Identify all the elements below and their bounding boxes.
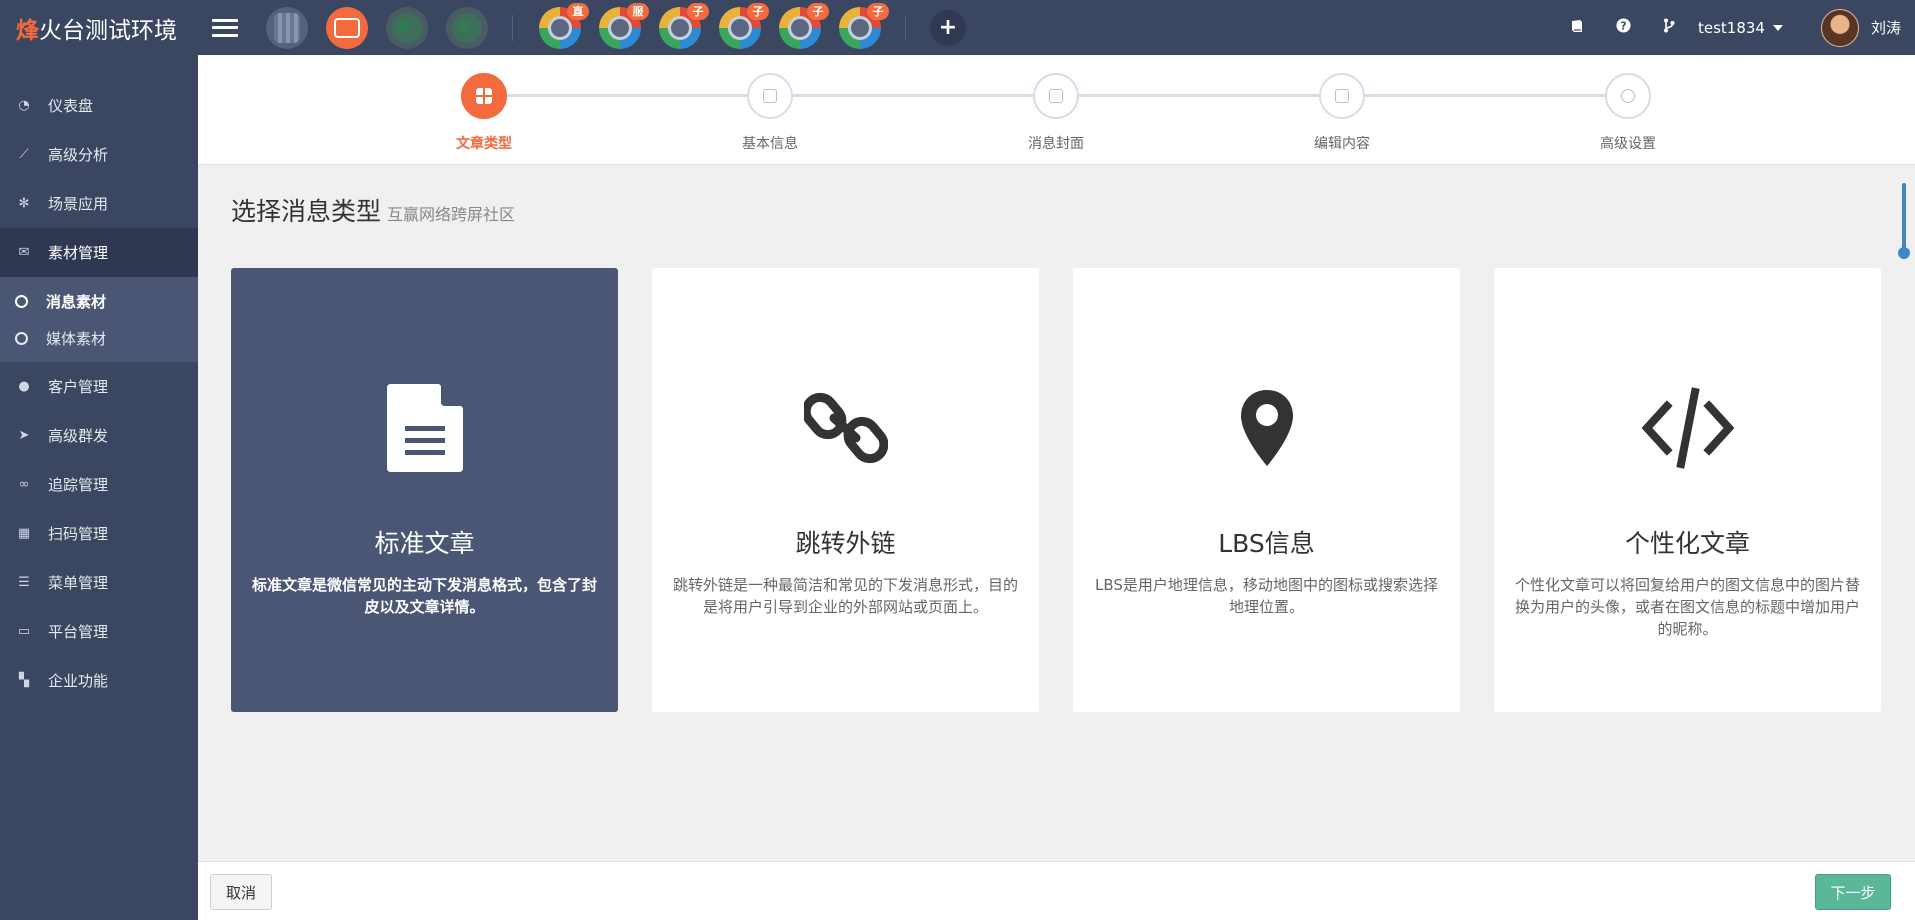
sidebar-item-menus[interactable]: ☰ 菜单管理 bbox=[0, 558, 198, 607]
toolbar-divider bbox=[512, 14, 513, 41]
sidebar-item-tracking[interactable]: ∞ 追踪管理 bbox=[0, 460, 198, 509]
sidebar: ◔ 仪表盘 ⟋ 高级分析 ✻ 场景应用 ✉ 素材管理 消息素材 媒体素材 ● 客户管理 ➤… bbox=[0, 55, 198, 920]
step-basic-info[interactable]: 基本信息 bbox=[710, 73, 830, 153]
sub-account-2[interactable]: 服 bbox=[599, 2, 649, 49]
list-icon: ☰ bbox=[18, 575, 30, 590]
wechat-account-avatar bbox=[452, 12, 482, 43]
sub-account-4[interactable]: 子 bbox=[719, 2, 769, 49]
step-article-type[interactable]: 文章类型 bbox=[424, 73, 544, 153]
step-advanced-settings[interactable]: 高级设置 bbox=[1568, 73, 1688, 153]
avatar[interactable] bbox=[1820, 8, 1859, 47]
topbar-right: ? test1834 刘涛 bbox=[1554, 0, 1915, 55]
add-account-button[interactable]: + bbox=[930, 9, 966, 46]
caret-down-icon bbox=[1772, 24, 1783, 31]
card-lbs-info[interactable]: LBS信息 LBS是用户地理信息，移动地图中的图标或搜索选择地理位置。 bbox=[1073, 268, 1460, 712]
card-personalized-article[interactable]: 个性化文章 个性化文章可以将回复给用户的图文信息中的图片替换为用户的头像，或者在… bbox=[1494, 268, 1881, 712]
sub-account-5[interactable]: 子 bbox=[779, 2, 829, 49]
sidebar-item-materials[interactable]: ✉ 素材管理 bbox=[0, 228, 198, 277]
card-external-link[interactable]: 跳转外链 跳转外链是一种最简洁和常见的下发消息形式，目的是将用户引导到企业的外部… bbox=[652, 268, 1039, 712]
map-marker-icon bbox=[1240, 390, 1293, 466]
account-badge: 子 bbox=[687, 2, 709, 20]
branch-icon[interactable] bbox=[1646, 18, 1692, 37]
wheel-icon bbox=[668, 15, 692, 40]
orange-account-avatar bbox=[334, 17, 360, 38]
account-switch-3[interactable] bbox=[386, 6, 428, 49]
account-badge: 子 bbox=[747, 2, 769, 20]
sidebar-submenu: 消息素材 媒体素材 bbox=[0, 277, 198, 362]
user-icon: ● bbox=[18, 379, 30, 394]
sub-account-3[interactable]: 子 bbox=[659, 2, 709, 49]
sidebar-item-platform[interactable]: ▭ 平台管理 bbox=[0, 607, 198, 656]
brand-title: 烽火台测试环境 bbox=[16, 17, 177, 44]
paper-plane-icon: ➤ bbox=[18, 428, 30, 443]
grey-account-avatar bbox=[274, 12, 300, 43]
sidebar-item-customers[interactable]: ● 客户管理 bbox=[0, 362, 198, 411]
square-icon bbox=[763, 89, 777, 103]
gear-icon bbox=[1621, 89, 1635, 103]
sidebar-item-mass-send[interactable]: ➤ 高级群发 bbox=[0, 411, 198, 460]
desktop-icon: ▭ bbox=[17, 624, 31, 639]
sidebar-item-analytics[interactable]: ⟋ 高级分析 bbox=[0, 130, 198, 179]
wheel-icon bbox=[548, 15, 572, 40]
gear-icon: ✻ bbox=[18, 196, 30, 211]
next-button[interactable]: 下一步 bbox=[1815, 874, 1891, 910]
wechat-account-avatar bbox=[392, 12, 422, 43]
sidebar-item-dashboard[interactable]: ◔ 仪表盘 bbox=[0, 81, 198, 130]
account-badge: 子 bbox=[867, 2, 889, 20]
svg-text:?: ? bbox=[1620, 20, 1626, 32]
image-icon bbox=[1049, 89, 1063, 103]
account-badge: 服 bbox=[627, 2, 649, 20]
dashboard-icon: ◔ bbox=[18, 98, 30, 113]
sidebar-item-scenes[interactable]: ✻ 场景应用 bbox=[0, 179, 198, 228]
account-badge: 子 bbox=[807, 2, 829, 20]
wizard-steps: 文章类型 基本信息 消息封面 编辑内容 高级设置 bbox=[198, 55, 1915, 165]
wheel-icon bbox=[788, 15, 812, 40]
scrollbar[interactable] bbox=[1898, 183, 1910, 263]
help-icon[interactable]: ? bbox=[1600, 18, 1646, 37]
top-bar: 烽火台测试环境 直 服 子 子 子 子 + ? test1834 刘涛 bbox=[0, 0, 1915, 55]
line-chart-icon: ⟋ bbox=[19, 147, 29, 162]
code-icon bbox=[1641, 387, 1734, 469]
sidebar-item-qrcode[interactable]: ▦ 扫码管理 bbox=[0, 509, 198, 558]
toolbar-divider bbox=[905, 14, 906, 41]
hamburger-menu-icon[interactable] bbox=[212, 18, 238, 37]
sidebar-subitem-media-materials[interactable]: 媒体素材 bbox=[0, 320, 198, 357]
step-edit-content[interactable]: 编辑内容 bbox=[1282, 73, 1402, 153]
sub-account-6[interactable]: 子 bbox=[839, 2, 889, 49]
link-icon: ∞ bbox=[18, 477, 30, 492]
qrcode-icon: ▦ bbox=[17, 526, 31, 541]
account-switch-2[interactable] bbox=[326, 6, 368, 49]
account-switch-4[interactable] bbox=[446, 6, 488, 49]
footer-bar: 取消 下一步 bbox=[198, 861, 1915, 920]
page-title: 选择消息类型 互赢网络跨屏社区 bbox=[231, 197, 516, 226]
envelope-icon: ✉ bbox=[18, 245, 30, 260]
message-type-cards: 标准文章 标准文章是微信常见的主动下发消息格式，包含了封皮以及文章详情。 跳转外… bbox=[231, 268, 1915, 712]
edit-icon bbox=[1335, 89, 1349, 103]
book-icon[interactable] bbox=[1554, 19, 1600, 37]
page-subtitle: 互赢网络跨屏社区 bbox=[387, 205, 516, 224]
wheel-icon bbox=[848, 15, 872, 40]
account-badge: 直 bbox=[567, 2, 589, 20]
wheel-icon bbox=[608, 15, 632, 40]
account-switch-1[interactable] bbox=[266, 6, 308, 49]
sidebar-subitem-message-materials[interactable]: 消息素材 bbox=[0, 283, 198, 320]
wheel-icon bbox=[728, 15, 752, 40]
grid-icon bbox=[476, 88, 492, 104]
grid-icon: ▚ bbox=[19, 673, 29, 688]
user-display-name[interactable]: 刘涛 bbox=[1871, 17, 1901, 38]
sidebar-item-enterprise[interactable]: ▚ 企业功能 bbox=[0, 656, 198, 705]
cancel-button[interactable]: 取消 bbox=[210, 874, 272, 910]
chain-link-icon bbox=[803, 392, 888, 464]
circle-icon bbox=[15, 295, 28, 308]
circle-icon bbox=[15, 332, 28, 345]
document-icon bbox=[386, 384, 463, 472]
step-message-cover[interactable]: 消息封面 bbox=[996, 73, 1116, 153]
card-standard-article[interactable]: 标准文章 标准文章是微信常见的主动下发消息格式，包含了封皮以及文章详情。 bbox=[231, 268, 618, 712]
user-dropdown[interactable]: test1834 bbox=[1698, 19, 1783, 37]
sub-account-1[interactable]: 直 bbox=[539, 2, 589, 49]
